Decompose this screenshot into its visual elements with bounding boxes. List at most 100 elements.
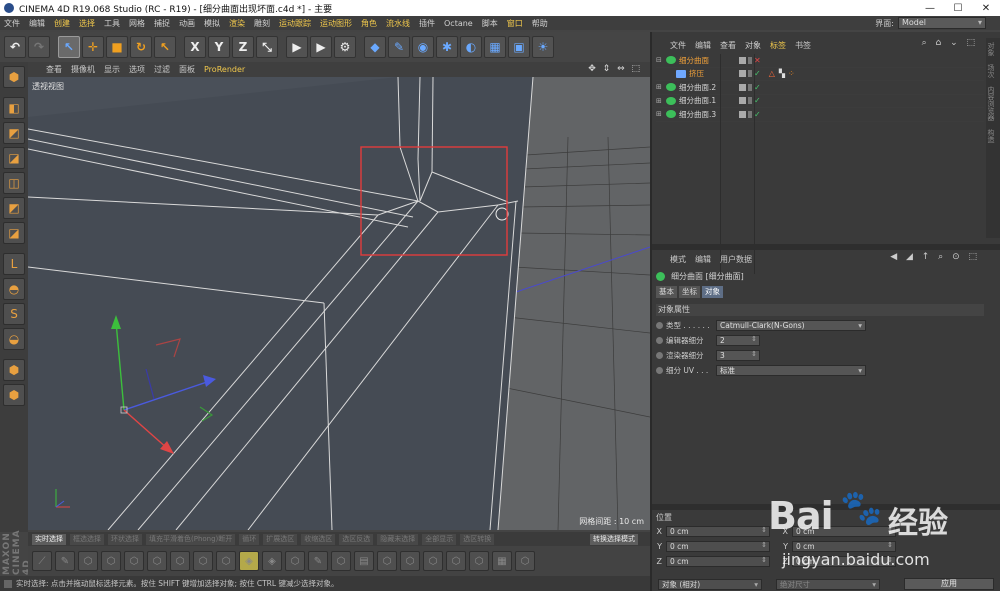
attribute-dropdown[interactable]: 标准 <box>716 365 866 376</box>
snap-button[interactable]: S <box>3 303 25 325</box>
modeling-tool-button-18[interactable]: ⬡ <box>446 551 466 571</box>
z-axis-button[interactable]: Z <box>232 36 254 58</box>
menu-item-7[interactable]: 动画 <box>179 18 195 29</box>
modeling-tool-button-0[interactable]: ⟋ <box>32 551 52 571</box>
attribute-number-field[interactable]: 3 <box>716 350 760 361</box>
enabled-icon[interactable]: ✓ <box>754 110 761 119</box>
animate-radio-icon[interactable] <box>656 367 663 374</box>
layer-icon[interactable] <box>739 83 746 91</box>
modeling-tool-button-5[interactable]: ⬡ <box>147 551 167 571</box>
object-row[interactable]: ⊞ 细分曲面.2 ✓ <box>656 81 984 95</box>
expand-toggle-icon[interactable]: ⊞ <box>656 110 666 118</box>
menu-item-2[interactable]: 创建 <box>54 18 70 29</box>
x-axis-button[interactable]: X <box>184 36 206 58</box>
position-field[interactable]: 0 cm <box>666 526 770 537</box>
object-name[interactable]: 细分曲面 <box>679 55 735 66</box>
phong-tag-icon[interactable]: ⁘ <box>788 69 795 78</box>
modeling-tool-button-2[interactable]: ⬡ <box>78 551 98 571</box>
menu-item-5[interactable]: 网格 <box>129 18 145 29</box>
menu-item-9[interactable]: 渲染 <box>229 18 245 29</box>
enabled-icon[interactable]: ✓ <box>754 96 761 105</box>
menu-item-15[interactable]: 插件 <box>419 18 435 29</box>
om-menu-4[interactable]: 标签 <box>770 40 786 51</box>
side-tab-0[interactable]: 对象 <box>986 38 996 60</box>
menu-item-3[interactable]: 选择 <box>79 18 95 29</box>
menu-item-18[interactable]: 窗口 <box>507 18 523 29</box>
model-mode-button[interactable]: ◧ <box>3 97 25 119</box>
am-menu-0[interactable]: 模式 <box>670 254 686 265</box>
animate-radio-icon[interactable] <box>656 337 663 344</box>
selection-cmd-8[interactable]: 隐藏未选择 <box>377 533 419 545</box>
points-mode-button[interactable]: ◫ <box>3 172 25 194</box>
modeling-tool-button-21[interactable]: ⬡ <box>515 551 535 571</box>
undo-button[interactable]: ↶ <box>4 36 26 58</box>
y-axis-button[interactable]: Y <box>208 36 230 58</box>
layout-select[interactable]: Model <box>898 17 986 29</box>
visibility-icon[interactable] <box>748 83 752 91</box>
modeling-tool-button-1[interactable]: ✎ <box>55 551 75 571</box>
modeling-tool-button-6[interactable]: ⬡ <box>170 551 190 571</box>
move-button[interactable]: ✛ <box>82 36 104 58</box>
menu-item-11[interactable]: 运动跟踪 <box>279 18 311 29</box>
expand-toggle-icon[interactable]: ⊟ <box>656 56 666 64</box>
attribute-tab-0[interactable]: 基本 <box>656 286 677 298</box>
selection-cmd-9[interactable]: 全部显示 <box>422 533 457 545</box>
selection-cmd-6[interactable]: 收缩选区 <box>301 533 336 545</box>
object-manager-icons[interactable]: ⌕ ⌂ ⌄ ⬚ <box>922 38 978 48</box>
select-button[interactable]: ↖ <box>58 36 80 58</box>
selection-cmd-7[interactable]: 选区反选 <box>339 533 374 545</box>
selection-cmd-4[interactable]: 循环 <box>239 533 260 545</box>
object-row[interactable]: ⊞ 细分曲面.3 ✓ <box>656 108 984 122</box>
pen-button[interactable]: ✎ <box>388 36 410 58</box>
viewport-menu-1[interactable]: 摄像机 <box>71 64 95 75</box>
coordinate-mode-select[interactable]: 对象 (相对) <box>658 578 762 590</box>
visibility-icon[interactable] <box>748 110 752 118</box>
axis-mode-button[interactable]: L <box>3 253 25 275</box>
attribute-tab-1[interactable]: 坐标 <box>679 286 700 298</box>
modeling-tool-button-9[interactable]: ◈ <box>239 551 259 571</box>
visibility-icon[interactable] <box>748 56 752 64</box>
render-view-button[interactable]: ▶ <box>310 36 332 58</box>
modeling-tool-button-12[interactable]: ✎ <box>308 551 328 571</box>
modeling-tool-button-13[interactable]: ⬡ <box>331 551 351 571</box>
menu-item-17[interactable]: 脚本 <box>482 18 498 29</box>
side-tab-2[interactable]: 内容浏览器 <box>986 82 996 125</box>
size-field[interactable]: 0 cm <box>792 541 896 552</box>
expand-toggle-icon[interactable]: ⊞ <box>656 83 666 91</box>
modeling-tool-button-14[interactable]: ▤ <box>354 551 374 571</box>
modeling-tool-button-8[interactable]: ⬡ <box>216 551 236 571</box>
selection-cmd-0[interactable]: 实时选择 <box>32 533 66 545</box>
menu-item-16[interactable]: Octane <box>444 19 473 28</box>
menu-item-10[interactable]: 雕刻 <box>254 18 270 29</box>
deformer-button[interactable]: ◐ <box>460 36 482 58</box>
coordinate-system-button[interactable]: ⤡ <box>256 36 278 58</box>
modeling-tool-button-20[interactable]: ▦ <box>492 551 512 571</box>
modeling-tool-button-4[interactable]: ⬡ <box>124 551 144 571</box>
object-name[interactable]: 细分曲面.3 <box>679 109 735 120</box>
layer-icon[interactable] <box>739 110 746 118</box>
attribute-manager-icons[interactable]: ◀ ◢ ↑ ⌕ ⊙ ⬚ <box>890 252 980 262</box>
om-menu-1[interactable]: 编辑 <box>695 40 711 51</box>
modeling-tool-button-11[interactable]: ⬡ <box>285 551 305 571</box>
selection-cmd-2[interactable]: 环状选择 <box>108 533 142 545</box>
layer-icon[interactable] <box>739 70 746 78</box>
layer-icon[interactable] <box>739 97 746 105</box>
edges-mode-button[interactable]: ◩ <box>3 197 25 219</box>
object-row[interactable]: ⊟ 细分曲面 ✕ <box>656 54 984 68</box>
viewport-menu-3[interactable]: 选项 <box>129 64 145 75</box>
menu-item-6[interactable]: 捕捉 <box>154 18 170 29</box>
attribute-dropdown[interactable]: Catmull-Clark(N-Gons) <box>716 320 866 331</box>
subdivision-button[interactable]: ◉ <box>412 36 434 58</box>
am-menu-1[interactable]: 编辑 <box>695 254 711 265</box>
viewport-menu-2[interactable]: 显示 <box>104 64 120 75</box>
expand-toggle-icon[interactable]: ⊞ <box>656 97 666 105</box>
rotate-button[interactable]: ↻ <box>130 36 152 58</box>
object-name[interactable]: 细分曲面.2 <box>679 82 735 93</box>
enabled-icon[interactable]: ✓ <box>754 69 761 78</box>
om-menu-0[interactable]: 文件 <box>670 40 686 51</box>
polygons-mode-button[interactable]: ◪ <box>3 222 25 244</box>
object-row[interactable]: ⊞ 细分曲面.1 ✓ <box>656 95 984 108</box>
modeling-tool-button-10[interactable]: ◈ <box>262 551 282 571</box>
menu-item-1[interactable]: 编辑 <box>29 18 45 29</box>
disabled-icon[interactable]: ✕ <box>754 56 761 65</box>
